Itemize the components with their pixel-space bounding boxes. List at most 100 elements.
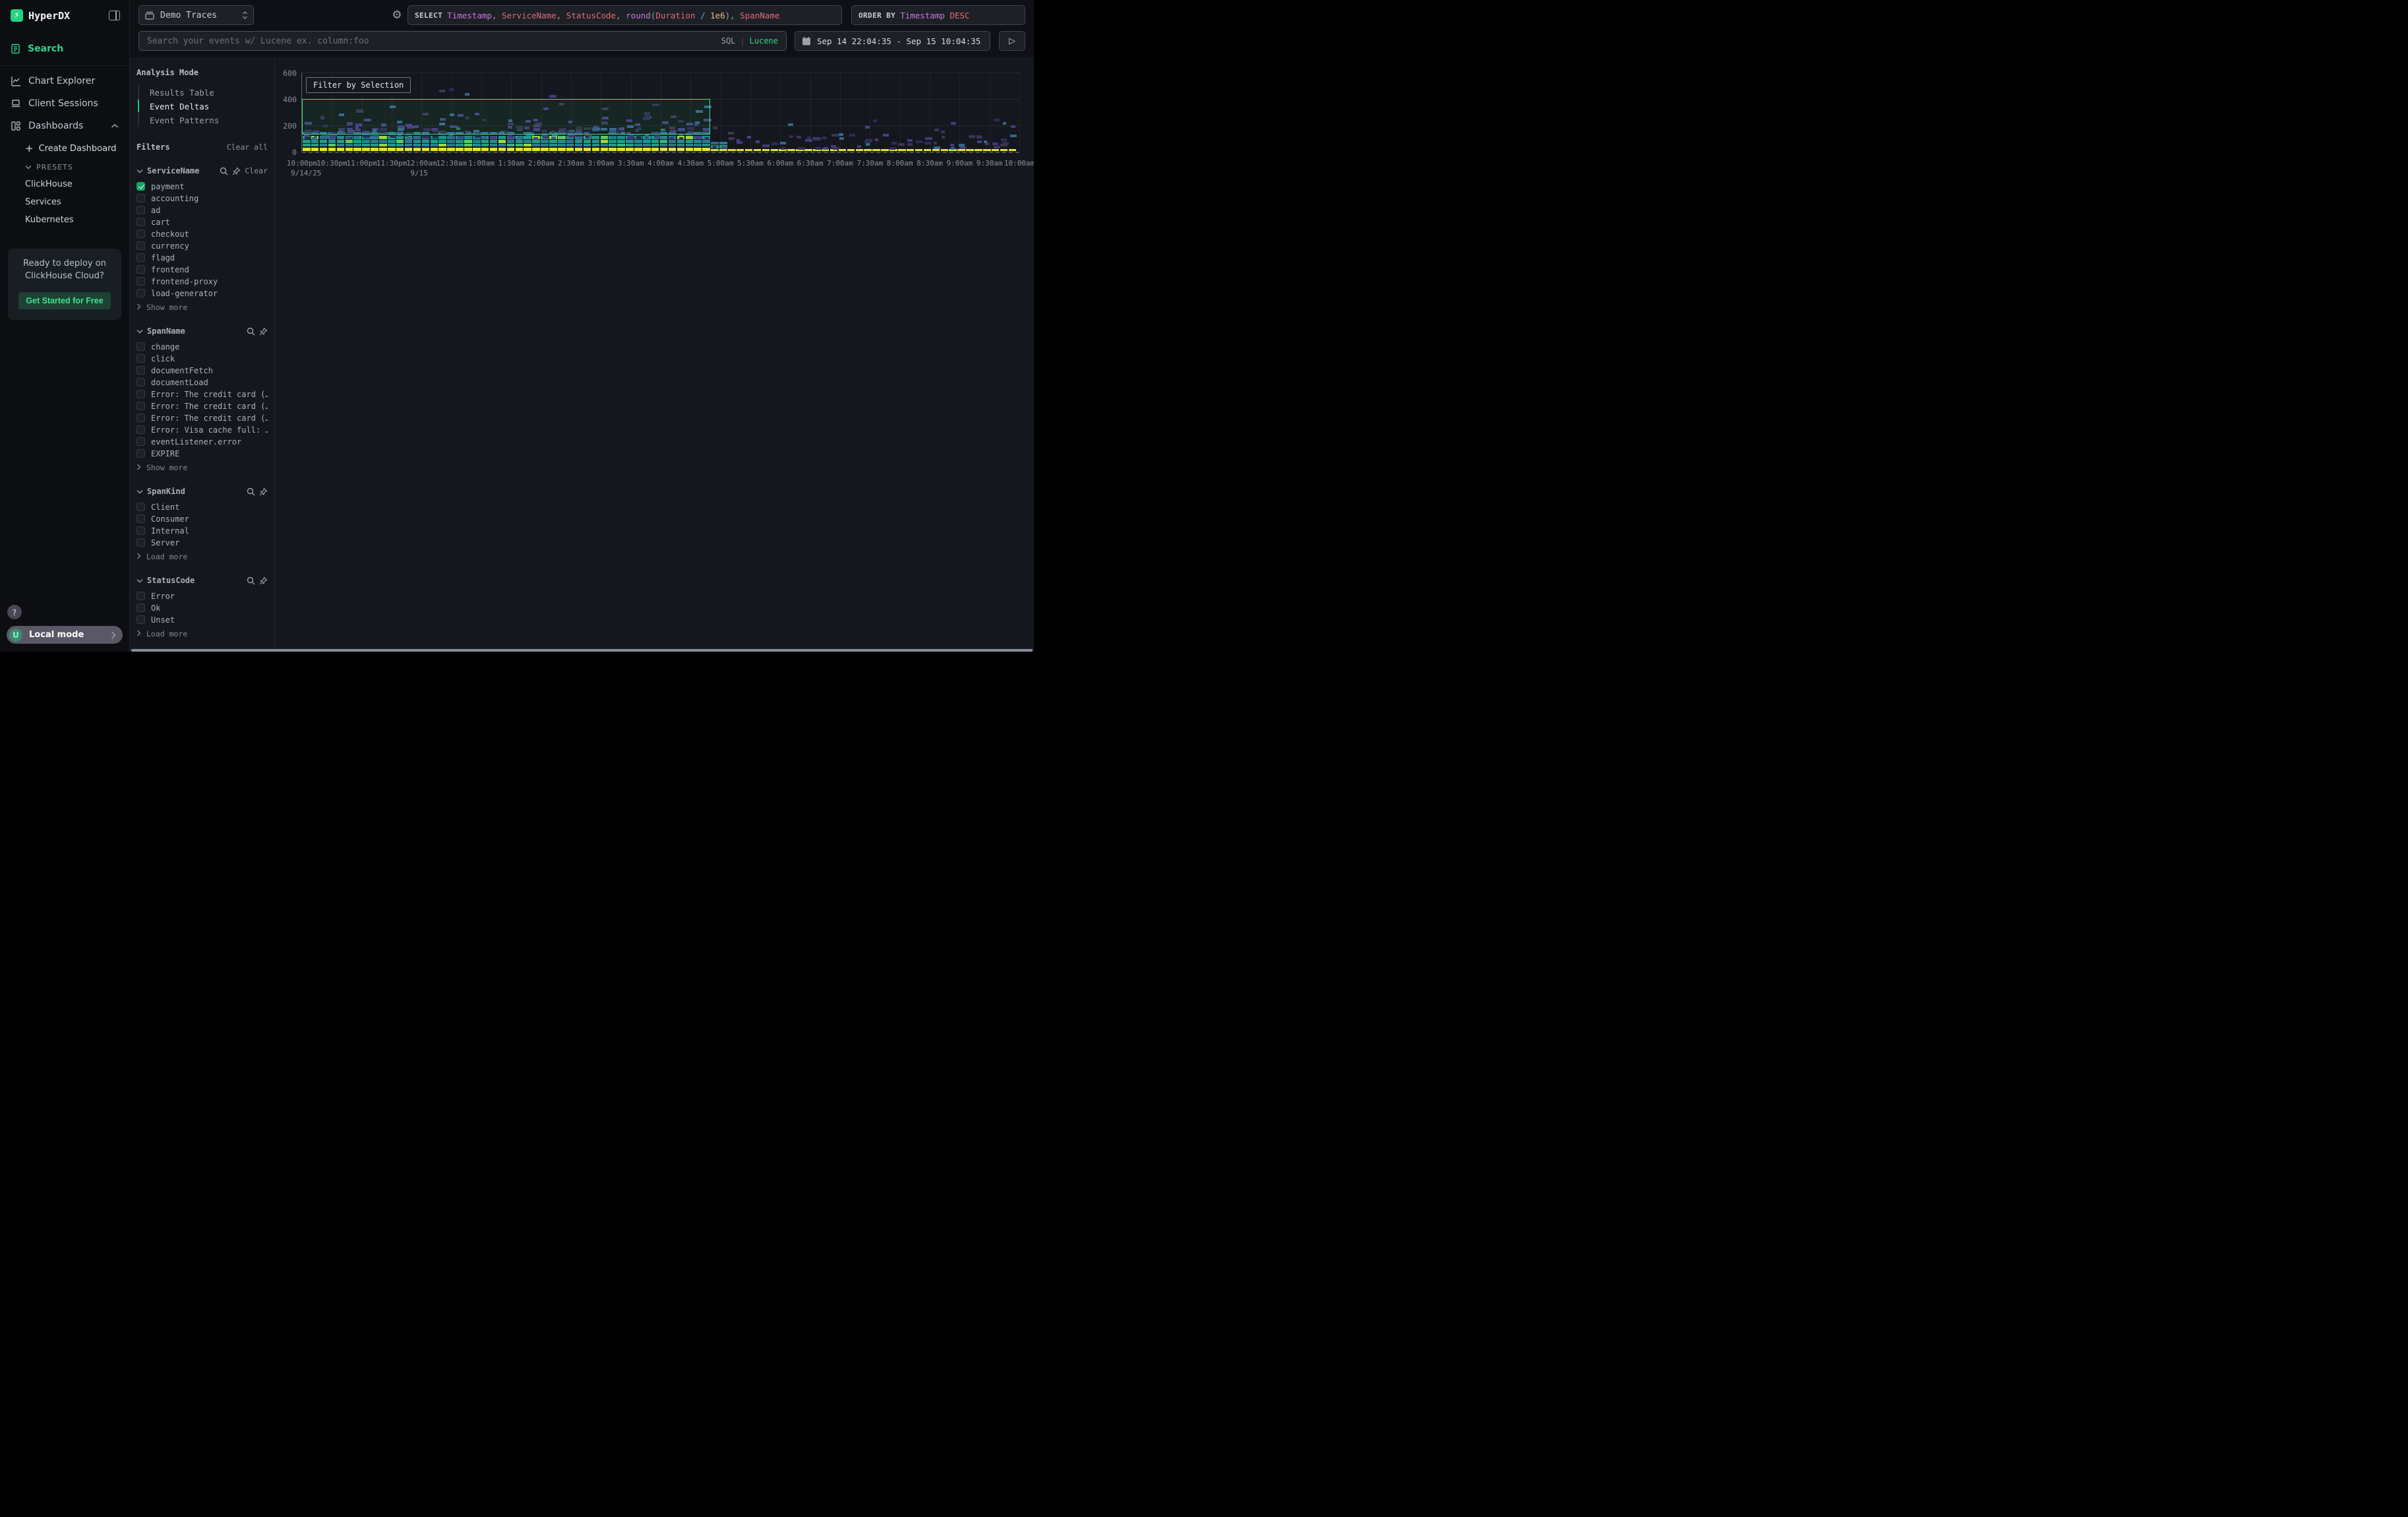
help-button[interactable]: ? (7, 605, 22, 619)
show-more-link[interactable]: Load more (136, 629, 268, 638)
checkbox[interactable] (136, 604, 145, 612)
filter-group-header-spankind[interactable]: SpanKind (136, 487, 268, 496)
checkbox[interactable] (136, 378, 145, 387)
sidebar-item-dashboards[interactable]: Dashboards (0, 115, 129, 137)
filter-option-expire[interactable]: EXPIRE (136, 449, 268, 458)
sidebar-collapse-icon[interactable] (109, 11, 120, 20)
checkbox[interactable] (136, 538, 145, 547)
filter-group-header-statuscode[interactable]: StatusCode (136, 576, 268, 585)
filter-option-ok[interactable]: Ok (136, 604, 268, 612)
filter-option-documentload[interactable]: documentLoad (136, 378, 268, 387)
checkbox[interactable] (136, 414, 145, 422)
filter-option-payment[interactable]: payment (136, 182, 268, 191)
source-select[interactable]: Demo Traces (138, 5, 254, 25)
analysis-mode-event-deltas[interactable]: Event Deltas (139, 99, 268, 113)
checkbox[interactable] (136, 390, 145, 398)
show-more-link[interactable]: Load more (136, 552, 268, 561)
checkbox[interactable] (136, 342, 145, 351)
checkbox[interactable] (136, 615, 145, 624)
search-icon[interactable] (247, 327, 255, 336)
filter-option-server[interactable]: Server (136, 538, 268, 547)
filter-option-load-generator[interactable]: load-generator (136, 289, 268, 297)
checkbox[interactable] (136, 503, 145, 511)
filter-option-error-visa-cache-full-[interactable]: Error: Visa cache full: … (136, 425, 268, 434)
filter-group-header-servicename[interactable]: ServiceNameClear (136, 166, 268, 175)
filter-option-ad[interactable]: ad (136, 206, 268, 214)
checkbox[interactable] (136, 253, 145, 262)
checkbox[interactable] (136, 526, 145, 535)
sidebar-item-client-sessions[interactable]: Client Sessions (0, 92, 129, 115)
pin-icon[interactable] (259, 576, 268, 585)
filter-option-internal[interactable]: Internal (136, 526, 268, 535)
orderby-input[interactable]: ORDER BY Timestamp DESC (851, 5, 1025, 25)
date-range-picker[interactable]: Sep 14 22:04:35 - Sep 15 10:04:35 (795, 31, 990, 51)
filter-option-click[interactable]: click (136, 354, 268, 363)
checkbox[interactable] (136, 425, 145, 434)
sidebar-item-search[interactable]: Search (0, 38, 129, 60)
checkbox[interactable] (136, 289, 145, 297)
filter-option-error-the-credit-card-[interactable]: Error: The credit card (… (136, 414, 268, 422)
gear-icon[interactable]: ⚙ (390, 9, 404, 22)
run-query-button[interactable]: ▷ (999, 31, 1025, 51)
sql-toggle[interactable]: SQL (721, 36, 736, 46)
filter-option-currency[interactable]: currency (136, 241, 268, 250)
filter-group-header-spanname[interactable]: SpanName (136, 326, 268, 336)
filter-option-documentfetch[interactable]: documentFetch (136, 366, 268, 375)
filter-option-flagd[interactable]: flagd (136, 253, 268, 262)
pin-icon[interactable] (259, 327, 268, 336)
filter-by-selection-button[interactable]: Filter by Selection (306, 77, 411, 93)
filter-option-frontend-proxy[interactable]: frontend-proxy (136, 277, 268, 286)
filter-option-accounting[interactable]: accounting (136, 194, 268, 202)
filter-option-error-the-credit-card-[interactable]: Error: The credit card (… (136, 402, 268, 410)
checkbox[interactable] (136, 366, 145, 375)
checkbox[interactable] (136, 449, 145, 458)
filter-option-frontend[interactable]: frontend (136, 265, 268, 274)
show-more-link[interactable]: Show more (136, 463, 268, 472)
duration-heatmap-chart[interactable]: 600400200010:00pm10:30pm11:00pm11:30pm12… (276, 59, 1034, 652)
preset-link-kubernetes[interactable]: Kubernetes (25, 211, 129, 229)
checkbox-checked[interactable] (136, 182, 145, 191)
checkbox[interactable] (136, 437, 145, 446)
checkbox[interactable] (136, 206, 145, 214)
search-icon[interactable] (220, 167, 228, 175)
analysis-mode-event-patterns[interactable]: Event Patterns (139, 113, 268, 127)
checkbox[interactable] (136, 277, 145, 286)
get-started-button[interactable]: Get Started for Free (18, 292, 111, 309)
checkbox[interactable] (136, 218, 145, 226)
checkbox[interactable] (136, 514, 145, 523)
preset-link-services[interactable]: Services (25, 193, 129, 211)
filter-option-consumer[interactable]: Consumer (136, 514, 268, 523)
filter-option-change[interactable]: change (136, 342, 268, 351)
search-icon[interactable] (247, 487, 255, 496)
filter-option-eventlistener-error[interactable]: eventListener.error (136, 437, 268, 446)
search-icon[interactable] (247, 576, 255, 585)
pin-icon[interactable] (259, 487, 268, 496)
show-more-link[interactable]: Show more (136, 303, 268, 312)
checkbox[interactable] (136, 592, 145, 600)
checkbox[interactable] (136, 241, 145, 250)
presets-toggle[interactable]: PRESETS (25, 159, 129, 175)
preset-link-clickhouse[interactable]: ClickHouse (25, 175, 129, 193)
select-query-input[interactable]: SELECT Timestamp, ServiceName, StatusCod… (407, 5, 842, 25)
checkbox[interactable] (136, 265, 145, 274)
search-input[interactable]: Search your events w/ Lucene ex. column:… (138, 31, 787, 51)
selection-rectangle[interactable] (302, 99, 710, 135)
scrollbar-thumb[interactable] (131, 649, 1033, 652)
clear-filter-button[interactable]: Clear (245, 166, 268, 175)
clear-all-button[interactable]: Clear all (227, 142, 268, 152)
pin-icon[interactable] (232, 167, 241, 175)
checkbox[interactable] (136, 402, 145, 410)
filter-option-error-the-credit-card-[interactable]: Error: The credit card (… (136, 390, 268, 398)
checkbox[interactable] (136, 354, 145, 363)
create-dashboard-button[interactable]: + Create Dashboard (25, 137, 129, 159)
checkbox[interactable] (136, 230, 145, 238)
filter-option-cart[interactable]: cart (136, 218, 268, 226)
analysis-mode-results-table[interactable]: Results Table (139, 85, 268, 99)
filter-option-unset[interactable]: Unset (136, 615, 268, 624)
filter-option-checkout[interactable]: checkout (136, 230, 268, 238)
sidebar-item-chart-explorer[interactable]: Chart Explorer (0, 70, 129, 92)
filter-option-client[interactable]: Client (136, 503, 268, 511)
checkbox[interactable] (136, 194, 145, 202)
local-mode-button[interactable]: U Local mode (7, 626, 123, 644)
lucene-toggle[interactable]: Lucene (750, 36, 778, 46)
